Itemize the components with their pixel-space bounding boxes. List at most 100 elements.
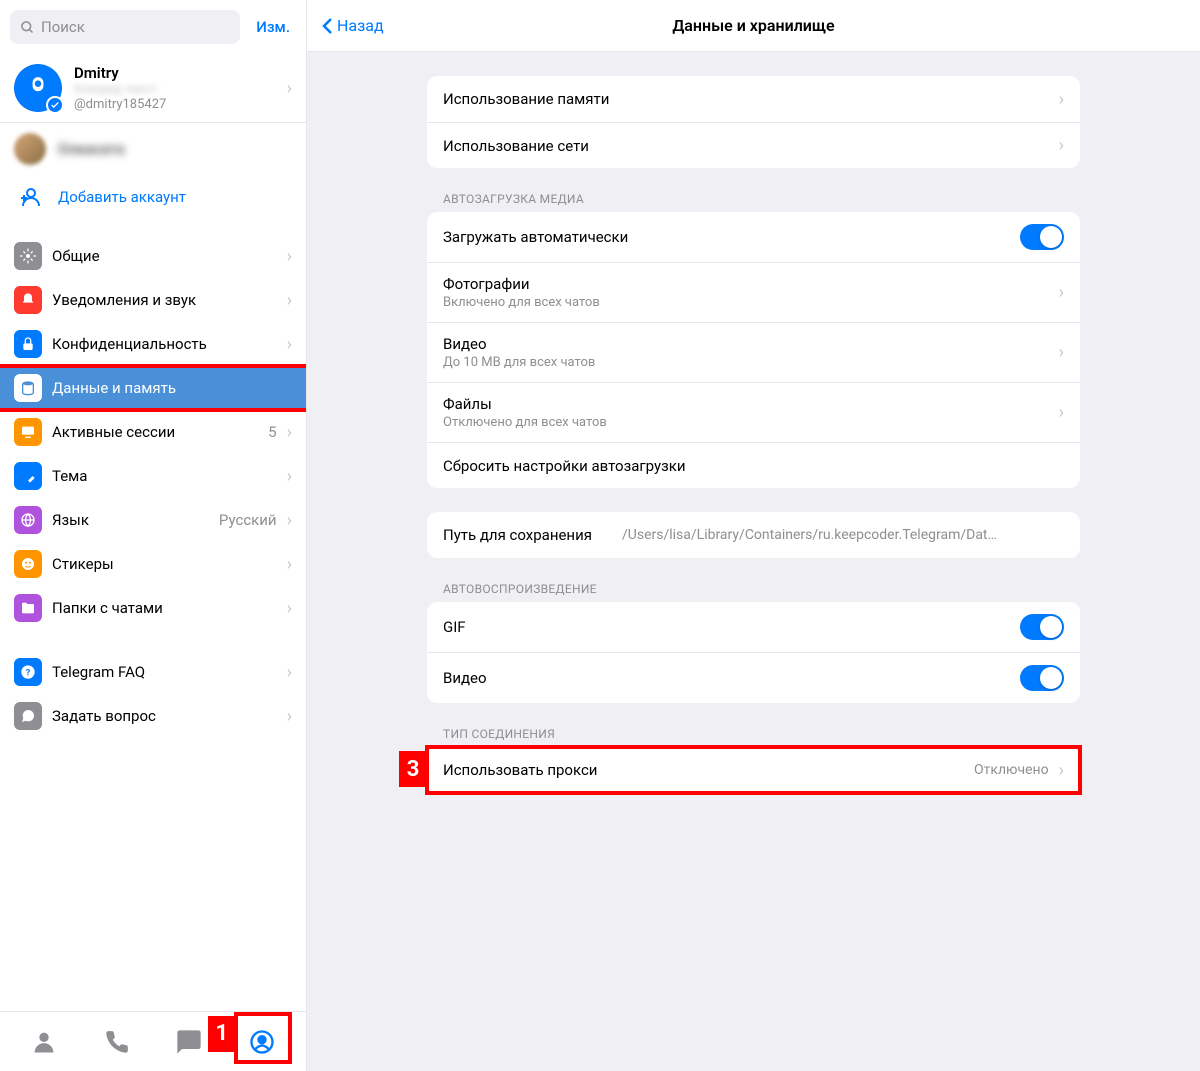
profile-handle: @dmitry185427 <box>74 97 275 112</box>
sidebar-item-folders[interactable]: Папки с чатами › <box>0 586 306 630</box>
profile-row[interactable]: Dmitry блюред текст @dmitry185427 › <box>0 54 306 123</box>
row-autoplay-video[interactable]: Видео <box>427 652 1080 703</box>
chevron-right-icon: › <box>1059 89 1064 110</box>
sidebar-item-data[interactable]: Данные и память 2 <box>0 366 306 410</box>
item-label: Уведомления и звук <box>52 291 277 309</box>
chat-icon <box>14 702 42 730</box>
annotation-3: 3 <box>399 751 427 787</box>
tab-chats[interactable] <box>171 1024 207 1060</box>
page-title: Данные и хранилище <box>672 16 834 35</box>
profile-info: Dmitry блюред текст @dmitry185427 <box>74 64 275 112</box>
language-value: Русский <box>219 511 277 529</box>
search-placeholder: Поиск <box>41 18 85 36</box>
autoplay-group: GIF Видео <box>427 602 1080 703</box>
globe-icon <box>14 506 42 534</box>
toggle-gif[interactable] <box>1020 614 1064 640</box>
connection-group: Использовать прокси Отключено › <box>427 747 1080 793</box>
row-autoplay-gif[interactable]: GIF <box>427 602 1080 652</box>
autoplay-header: АВТОВОСПРОИЗВЕДЕНИЕ <box>427 582 1080 602</box>
row-label: Фотографии <box>443 275 1049 293</box>
profile-phone: блюред текст <box>74 82 275 97</box>
annotation-1: 1 <box>208 1016 236 1052</box>
toggle-auto-download[interactable] <box>1020 224 1064 250</box>
sidebar-item-ask[interactable]: Задать вопрос › <box>0 694 306 738</box>
sidebar-item-sessions[interactable]: Активные сессии 5 › <box>0 410 306 454</box>
chevron-right-icon: › <box>1059 760 1064 781</box>
sticker-icon <box>14 550 42 578</box>
search-input[interactable]: Поиск <box>10 10 240 44</box>
sidebar: Поиск Изм. Dmitry блюред текст @dmitry18… <box>0 0 307 1071</box>
sidebar-item-faq[interactable]: ? Telegram FAQ › <box>0 650 306 694</box>
other-account-name: Олкасата <box>58 140 125 158</box>
toggle-video[interactable] <box>1020 665 1064 691</box>
folder-icon <box>14 594 42 622</box>
back-button[interactable]: Назад <box>307 16 398 35</box>
verified-badge-icon <box>46 96 64 114</box>
sidebar-item-theme[interactable]: Тема › <box>0 454 306 498</box>
save-path-group: Путь для сохранения /Users/lisa/Library/… <box>427 512 1080 558</box>
bell-icon <box>14 286 42 314</box>
row-save-path[interactable]: Путь для сохранения /Users/lisa/Library/… <box>427 512 1080 558</box>
row-reset-auto[interactable]: Сбросить настройки автозагрузки <box>427 442 1080 488</box>
chevron-right-icon: › <box>287 706 292 727</box>
brush-icon <box>14 462 42 490</box>
row-network-usage[interactable]: Использование сети › <box>427 122 1080 168</box>
sidebar-item-privacy[interactable]: Конфиденциальность › <box>0 322 306 366</box>
auto-media-group: Загружать автоматически Фотографии Включ… <box>427 212 1080 488</box>
sidebar-item-general[interactable]: Общие › <box>0 234 306 278</box>
row-files[interactable]: Файлы Отключено для всех чатов › <box>427 382 1080 442</box>
row-subtitle: Отключено для всех чатов <box>443 415 1049 430</box>
item-label: Стикеры <box>52 555 277 573</box>
avatar <box>14 64 62 112</box>
item-label: Общие <box>52 247 277 265</box>
bottom-tabs: 1 <box>0 1011 306 1071</box>
row-proxy[interactable]: Использовать прокси Отключено › <box>427 747 1080 793</box>
item-label: Язык <box>52 511 209 529</box>
other-account-row[interactable]: Олкасата <box>0 123 306 175</box>
row-label: GIF <box>443 618 1010 636</box>
sidebar-item-notifications[interactable]: Уведомления и звук › <box>0 278 306 322</box>
chevron-right-icon: › <box>287 334 292 355</box>
chevron-right-icon: › <box>1059 135 1064 156</box>
item-label: Данные и память <box>52 379 292 397</box>
row-label: Файлы <box>443 395 1049 413</box>
chevron-right-icon: › <box>287 78 292 99</box>
tab-calls[interactable] <box>99 1024 135 1060</box>
tab-settings[interactable]: 1 <box>244 1024 280 1060</box>
item-label: Задать вопрос <box>52 707 277 725</box>
chevron-left-icon <box>321 17 333 35</box>
edit-button[interactable]: Изм. <box>250 18 296 36</box>
settings-list: Общие › Уведомления и звук › Конфиденциа… <box>0 234 306 1011</box>
auto-media-header: АВТОЗАГРУЗКА МЕДИА <box>427 192 1080 212</box>
save-path-value: /Users/lisa/Library/Containers/ru.keepco… <box>622 527 1002 543</box>
sidebar-top: Поиск Изм. <box>0 0 306 54</box>
search-icon <box>20 20 35 35</box>
add-account-row[interactable]: Добавить аккаунт <box>0 175 306 220</box>
chevron-right-icon: › <box>287 466 292 487</box>
item-label: Активные сессии <box>52 423 258 441</box>
tab-contacts[interactable] <box>26 1024 62 1060</box>
row-auto-download[interactable]: Загружать автоматически <box>427 212 1080 262</box>
row-subtitle: Включено для всех чатов <box>443 295 1049 310</box>
sidebar-item-stickers[interactable]: Стикеры › <box>0 542 306 586</box>
item-label: Telegram FAQ <box>52 663 277 681</box>
chevron-right-icon: › <box>1059 402 1064 423</box>
sidebar-item-language[interactable]: Язык Русский › <box>0 498 306 542</box>
chevron-right-icon: › <box>287 598 292 619</box>
main-panel: Назад Данные и хранилище Использование п… <box>307 0 1200 1071</box>
chevron-right-icon: › <box>1059 342 1064 363</box>
item-label: Конфиденциальность <box>52 335 277 353</box>
add-account-label: Добавить аккаунт <box>58 188 186 206</box>
lock-icon <box>14 330 42 358</box>
sessions-count: 5 <box>268 423 276 441</box>
row-storage-usage[interactable]: Использование памяти › <box>427 76 1080 122</box>
row-photos[interactable]: Фотографии Включено для всех чатов › <box>427 262 1080 322</box>
chevron-right-icon: › <box>287 422 292 443</box>
row-label: Загружать автоматически <box>443 228 1010 246</box>
row-label: Путь для сохранения <box>443 526 592 544</box>
profile-name: Dmitry <box>74 64 275 82</box>
devices-icon <box>14 418 42 446</box>
row-video[interactable]: Видео До 10 MB для всех чатов › <box>427 322 1080 382</box>
row-label: Использовать прокси <box>443 761 964 779</box>
main-header: Назад Данные и хранилище <box>307 0 1200 52</box>
